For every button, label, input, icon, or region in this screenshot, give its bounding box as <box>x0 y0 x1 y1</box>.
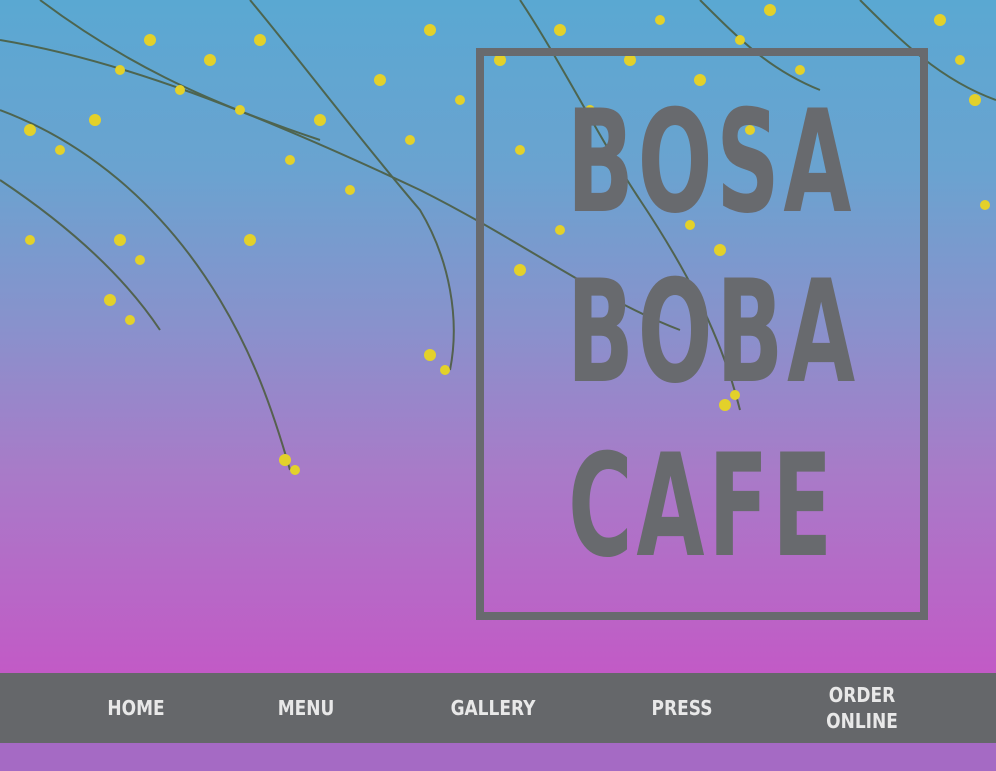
nav-item-online-label: ONLINE <box>826 709 898 733</box>
nav-item-home-label: HOME <box>107 696 165 720</box>
logo-line-boba: BOBA <box>566 250 859 415</box>
page-content-strip <box>0 743 996 771</box>
main-navigation: HOME MENU GALLERY PRESS ORDER ONLINE <box>0 673 996 743</box>
nav-item-order-label: ORDER <box>828 683 896 707</box>
logo-line-cafe: CAFE <box>568 424 836 589</box>
nav-item-home[interactable]: HOME <box>102 673 170 743</box>
logo-line-bosa: BOSA <box>566 80 856 245</box>
cafe-logo-frame: BOSA BOBA CAFE <box>476 48 928 620</box>
hero-banner: BOSA BOBA CAFE <box>0 0 996 673</box>
nav-item-menu[interactable]: MENU <box>272 673 340 743</box>
nav-item-press[interactable]: PRESS <box>643 673 721 743</box>
nav-item-gallery-label: GALLERY <box>450 696 536 720</box>
nav-item-menu-label: MENU <box>277 696 335 720</box>
nav-item-order-online[interactable]: ORDER ONLINE <box>820 673 905 743</box>
nav-item-press-label: PRESS <box>651 696 713 720</box>
nav-item-gallery[interactable]: GALLERY <box>446 673 540 743</box>
